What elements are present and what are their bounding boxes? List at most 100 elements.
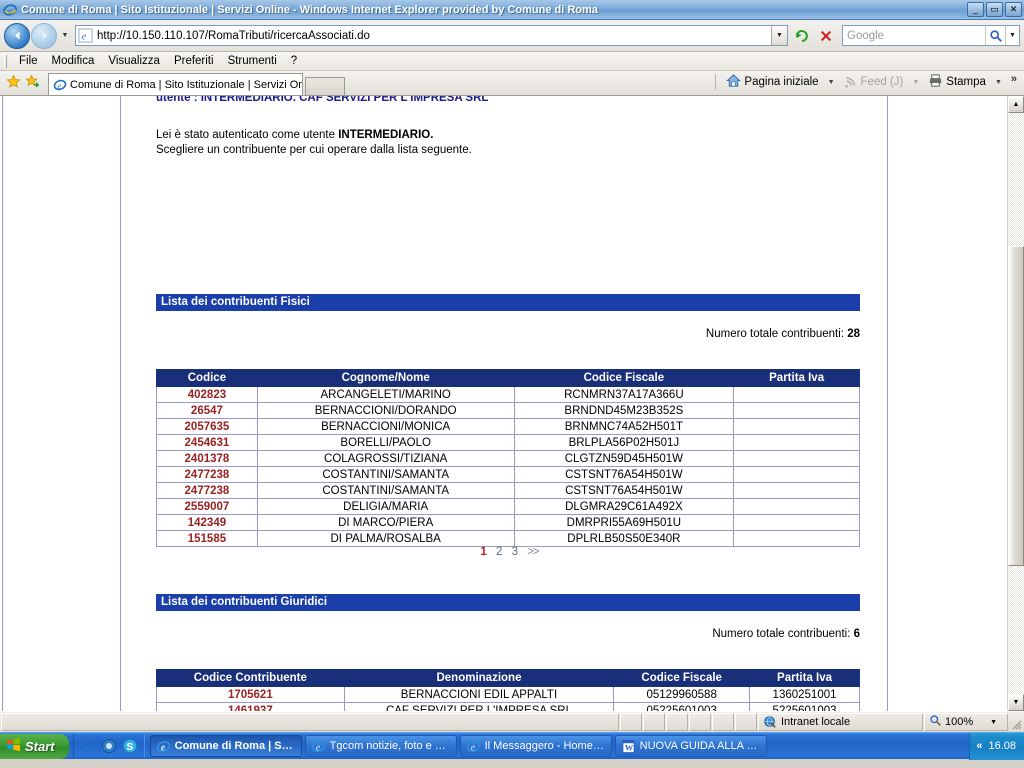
table-row: 402823 ARCANGELETI/MARINO RCNMRN37A17A366U [156,386,860,403]
history-dropdown-icon[interactable]: ▼ [59,32,71,39]
taskbar-button-tgcom[interactable]: e Tgcom notizie, foto e vid... [304,735,457,757]
start-button[interactable]: Start [0,733,69,759]
row-code-link[interactable]: 2477238 [156,466,258,483]
svg-text:e: e [8,5,12,15]
row-cf: DMRPRI55A69H501U [513,514,735,531]
row-cf: DLGMRA29C61A492X [513,498,735,515]
col-header-denominazione: Denominazione [343,669,615,687]
minimize-button[interactable]: _ [967,2,984,17]
address-bar[interactable]: e http://10.150.110.107/RomaTributi/rice… [75,25,788,46]
row-name: COSTANTINI/SAMANTA [256,482,515,499]
row-piva [733,498,860,515]
clock-label[interactable]: 16.08 [988,740,1016,752]
col-header-codice: Codice [156,369,258,387]
page-link-2[interactable]: 2 [496,546,502,558]
menu-item-modifica[interactable]: Modifica [45,53,102,69]
scroll-up-arrow-icon[interactable]: ▲ [1008,96,1024,113]
taskbar-button-il-messaggero[interactable]: e Il Messaggero - Home Pa... [459,735,612,757]
add-to-favorites-icon[interactable] [25,74,40,91]
pagination-fisici: 1 2 3 >> [156,546,860,558]
row-code-link[interactable]: 26547 [156,402,258,419]
row-code-link[interactable]: 2401378 [156,450,258,467]
search-box[interactable]: Google ▼ [842,25,1020,46]
tray-expand-icon[interactable]: « [976,740,982,752]
taskbar-button-label: Il Messaggero - Home Pa... [484,740,606,752]
address-input[interactable]: http://10.150.110.107/RomaTributi/ricerc… [97,30,771,42]
taskbar-button-label: NUOVA GUIDA ALLA CO... [639,740,761,752]
row-code-link[interactable]: 1705621 [156,686,345,703]
col-header-cf-giuridici: Codice Fiscale [613,669,751,687]
row-code-link[interactable]: 142349 [156,514,258,531]
quicklaunch-ie-icon[interactable]: e [80,738,96,754]
row-name: COSTANTINI/SAMANTA [256,466,515,483]
row-code-link[interactable]: 2477238 [156,482,258,499]
row-code-link[interactable]: 2454631 [156,434,258,451]
table-row: 26547 BERNACCIONI/DORANDO BRNDND45M23B352S [156,402,860,419]
scroll-down-arrow-icon[interactable]: ▼ [1008,694,1024,711]
row-cf: BRNDND45M23B352S [513,402,735,419]
zoom-control[interactable]: 100% ▼ [924,713,1008,731]
page-next-link[interactable]: >> [527,546,539,558]
row-code-link[interactable]: 402823 [156,386,258,403]
feed-button[interactable]: Feed (J) [841,73,907,92]
security-zone-indicator[interactable]: Intranet locale [758,713,923,731]
windows-taskbar: Start e S e Comune di Roma | Sit... e Tg… [0,732,1024,760]
refresh-button[interactable] [791,25,812,46]
command-overflow-icon[interactable]: » [1008,73,1020,91]
table-header-row-giuridici: Codice Contribuente Denominazione Codice… [156,669,860,687]
user-banner-clipped: utente : INTERMEDIARIO, CAF SERVIZI PER … [156,96,488,101]
table-body-fisici: 402823 ARCANGELETI/MARINO RCNMRN37A17A366U… [156,386,860,547]
menu-grip-handle[interactable] [4,54,7,68]
row-code-link[interactable]: 151585 [156,530,258,547]
new-tab-button[interactable] [305,77,345,95]
stop-button[interactable] [815,25,836,46]
col-header-piva: Partita Iva [733,369,860,387]
feed-dropdown-icon[interactable]: ▼ [908,79,923,86]
quicklaunch-skype-icon[interactable]: S [122,738,138,754]
print-dropdown-icon[interactable]: ▼ [991,79,1006,86]
total-count-fisici-value: 28 [847,328,860,340]
taskbar-button-comune-di-roma[interactable]: e Comune di Roma | Sit... [149,735,302,757]
table-header-row-fisici: Codice Cognome/Nome Codice Fiscale Parti… [156,369,860,387]
page-scrollbar-vertical[interactable]: ▲ ▼ [1007,96,1024,711]
menu-item-help[interactable]: ? [284,53,304,69]
page-favicon-icon: e [78,28,93,43]
search-icon[interactable] [985,26,1005,45]
security-zone-label: Intranet locale [781,716,851,728]
zoom-dropdown-icon[interactable]: ▼ [990,719,997,726]
page-current: 1 [480,546,487,558]
favorites-center-icon[interactable] [6,74,21,91]
home-dropdown-icon[interactable]: ▼ [824,79,839,86]
menu-item-file[interactable]: File [12,53,45,69]
total-count-giuridici-value: 6 [853,628,860,640]
back-button[interactable] [4,22,30,49]
resize-grip-icon[interactable] [1008,712,1024,732]
quicklaunch-browser2-icon[interactable] [101,738,117,754]
page-link-3[interactable]: 3 [512,546,518,558]
forward-button[interactable] [31,22,57,49]
page-viewport: utente : INTERMEDIARIO, CAF SERVIZI PER … [0,96,1024,711]
menu-item-preferiti[interactable]: Preferiti [167,53,221,69]
status-slot-1 [620,713,642,731]
row-code-link[interactable]: 1461937 [156,702,345,711]
scrollbar-thumb[interactable] [1008,246,1024,566]
menu-item-visualizza[interactable]: Visualizza [101,53,167,69]
window-titlebar: e Comune di Roma | Sito Istituzionale | … [0,0,1024,20]
restore-button[interactable]: ▭ [986,2,1003,17]
search-dropdown-icon[interactable]: ▼ [1005,26,1019,45]
home-icon [726,73,742,91]
row-code-link[interactable]: 2559007 [156,498,258,515]
home-button[interactable]: Pagina iniziale [723,72,821,92]
section-header-fisici: Lista dei contribuenti Fisici [156,294,860,311]
address-dropdown-icon[interactable]: ▼ [771,26,787,45]
row-piva [733,386,860,403]
taskbar-button-nuova-guida[interactable]: W NUOVA GUIDA ALLA CO... [614,735,767,757]
row-code-link[interactable]: 2057635 [156,418,258,435]
menu-item-strumenti[interactable]: Strumenti [221,53,284,69]
browser-tab-active[interactable]: e Comune di Roma | Sito Istituzionale | … [48,73,303,95]
close-button[interactable]: ✕ [1005,2,1022,17]
search-input[interactable]: Google [843,30,985,42]
print-button[interactable]: Stampa [925,72,989,92]
table-row: 2477238 COSTANTINI/SAMANTA CSTSNT76A54H501… [156,466,860,483]
status-slot-2 [643,713,665,731]
